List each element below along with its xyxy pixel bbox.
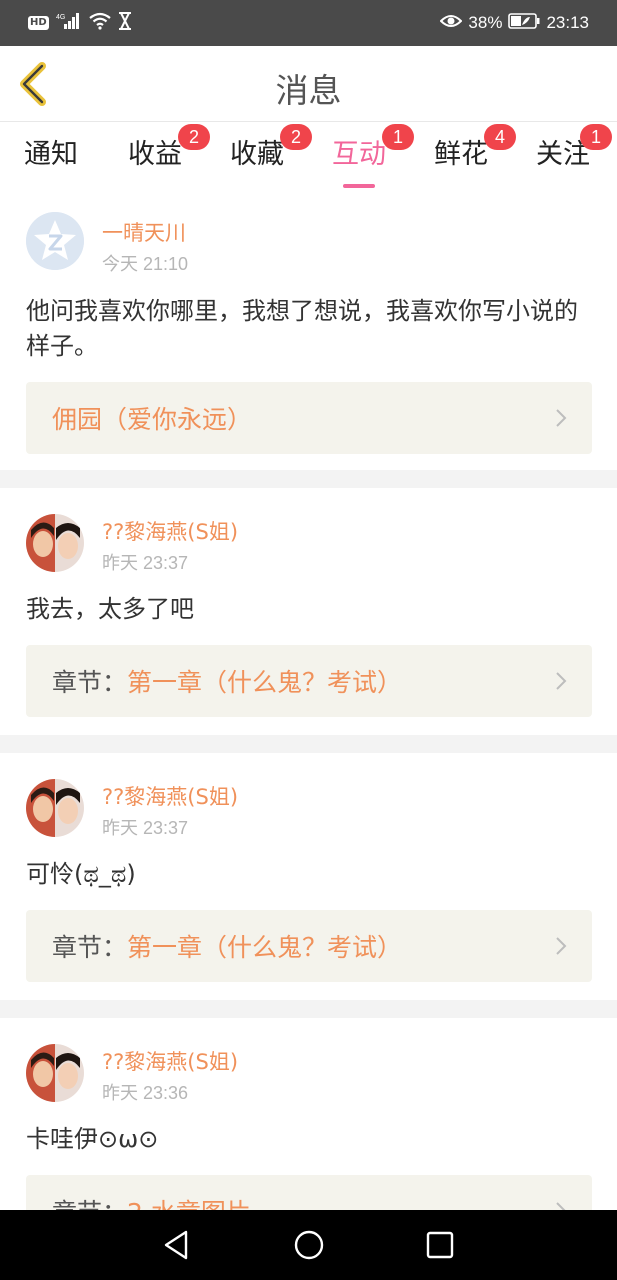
- active-tab-indicator: [343, 184, 375, 188]
- reference-text: 章节：2.水章图片: [52, 1193, 251, 1210]
- tab-notifications[interactable]: 通知: [24, 132, 78, 182]
- reference-link[interactable]: 佣园（爱你永远）: [26, 382, 592, 454]
- tab-label: 收益: [128, 139, 182, 170]
- divider: [0, 1000, 617, 1018]
- message-time: 昨天 23:36: [102, 1083, 189, 1103]
- reference-text: 章节：第一章（什么鬼？考试）: [52, 663, 402, 699]
- unread-badge: 1: [382, 124, 414, 150]
- avatar[interactable]: [26, 514, 84, 572]
- tab-follows[interactable]: 关注 1: [536, 124, 612, 182]
- status-bar: HD 4G 38% 23:13: [0, 0, 617, 46]
- reference-prefix: 章节：: [52, 933, 128, 962]
- status-time: 23:13: [546, 13, 589, 32]
- unread-badge: 2: [280, 124, 312, 150]
- username[interactable]: ??黎海燕(S姐): [102, 516, 238, 546]
- page-title: 消息: [275, 71, 342, 110]
- tab-bar: 通知 收益 2 收藏 2 互动 1 鲜花 4 关注 1: [0, 122, 617, 190]
- reference-link[interactable]: 章节：第一章（什么鬼？考试）: [26, 645, 592, 717]
- status-left: HD 4G: [28, 11, 132, 35]
- avatar[interactable]: [26, 1044, 84, 1102]
- message-text: 可怜(ಥ_ಥ): [26, 860, 136, 888]
- message-card: 一晴天川 今天 21:10 他问我喜欢你哪里，我想了想说，我喜欢你写小说的样子。…: [0, 190, 617, 470]
- message-time: 昨天 23:37: [102, 553, 189, 573]
- message-time: 今天 21:10: [102, 254, 189, 274]
- battery-icon: [508, 12, 540, 34]
- reference-prefix: 章节：: [52, 668, 128, 697]
- message-card: ??黎海燕(S姐) 昨天 23:36 卡哇伊⊙ω⊙ 章节：2.水章图片: [0, 1018, 617, 1210]
- avatar[interactable]: [26, 779, 84, 837]
- recents-square-icon[interactable]: [423, 1228, 457, 1262]
- message-text: 卡哇伊⊙ω⊙: [26, 1125, 159, 1153]
- home-circle-icon[interactable]: [292, 1228, 326, 1262]
- username[interactable]: 一晴天川: [102, 217, 186, 247]
- back-triangle-icon[interactable]: [160, 1228, 194, 1262]
- eye-icon: [440, 13, 463, 34]
- reference-title: 2.水章图片: [127, 1198, 251, 1210]
- tab-favorites[interactable]: 收藏 2: [230, 124, 312, 182]
- reference-text: 佣园（爱你永远）: [52, 400, 252, 436]
- chevron-right-icon: [556, 409, 567, 427]
- unread-badge: 2: [178, 124, 210, 150]
- system-nav-bar: [0, 1210, 617, 1280]
- app-header: 消息: [0, 46, 617, 122]
- unread-badge: 1: [580, 124, 612, 150]
- tab-label: 收藏: [230, 139, 284, 170]
- tab-label: 互动: [332, 139, 386, 170]
- message-card: ??黎海燕(S姐) 昨天 23:37 可怜(ಥ_ಥ) 章节：第一章（什么鬼？考试…: [0, 753, 617, 1000]
- hourglass-icon: [118, 12, 132, 34]
- username[interactable]: ??黎海燕(S姐): [102, 781, 238, 811]
- tab-label: 通知: [24, 139, 78, 170]
- chevron-right-icon: [556, 672, 567, 690]
- svg-text:4G: 4G: [56, 14, 65, 21]
- wifi-icon: [88, 12, 111, 34]
- tab-flowers[interactable]: 鲜花 4: [434, 124, 516, 182]
- message-card: ??黎海燕(S姐) 昨天 23:37 我去，太多了吧 章节：第一章（什么鬼？考试…: [0, 488, 617, 735]
- tab-interactions[interactable]: 互动 1: [332, 124, 414, 188]
- reference-link[interactable]: 章节：2.水章图片: [26, 1175, 592, 1210]
- avatar[interactable]: [26, 212, 84, 270]
- unread-badge: 4: [484, 124, 516, 150]
- reference-title: 佣园（爱你永远）: [52, 405, 253, 434]
- divider: [0, 735, 617, 753]
- battery-percent: 38%: [468, 13, 503, 32]
- reference-prefix: 章节：: [52, 1198, 127, 1210]
- message-feed[interactable]: 一晴天川 今天 21:10 他问我喜欢你哪里，我想了想说，我喜欢你写小说的样子。…: [0, 190, 617, 1210]
- chevron-right-icon: [556, 937, 567, 955]
- message-text: 他问我喜欢你哪里，我想了想说，我喜欢你写小说的样子。: [26, 297, 578, 360]
- username[interactable]: ??黎海燕(S姐): [102, 1046, 238, 1076]
- status-right: 38% 23:13: [440, 11, 589, 35]
- message-text: 我去，太多了吧: [26, 595, 194, 623]
- reference-title: 第一章（什么鬼？考试）: [127, 668, 403, 697]
- tab-label: 鲜花: [434, 139, 488, 170]
- message-time: 昨天 23:37: [102, 818, 189, 838]
- chevron-right-icon: [556, 1202, 566, 1210]
- signal-icon: 4G: [56, 12, 82, 34]
- reference-text: 章节：第一章（什么鬼？考试）: [52, 928, 402, 964]
- divider: [0, 470, 617, 488]
- reference-link[interactable]: 章节：第一章（什么鬼？考试）: [26, 910, 592, 982]
- hd-badge: HD: [28, 16, 49, 30]
- tab-earnings[interactable]: 收益 2: [128, 124, 210, 182]
- reference-title: 第一章（什么鬼？考试）: [127, 933, 403, 962]
